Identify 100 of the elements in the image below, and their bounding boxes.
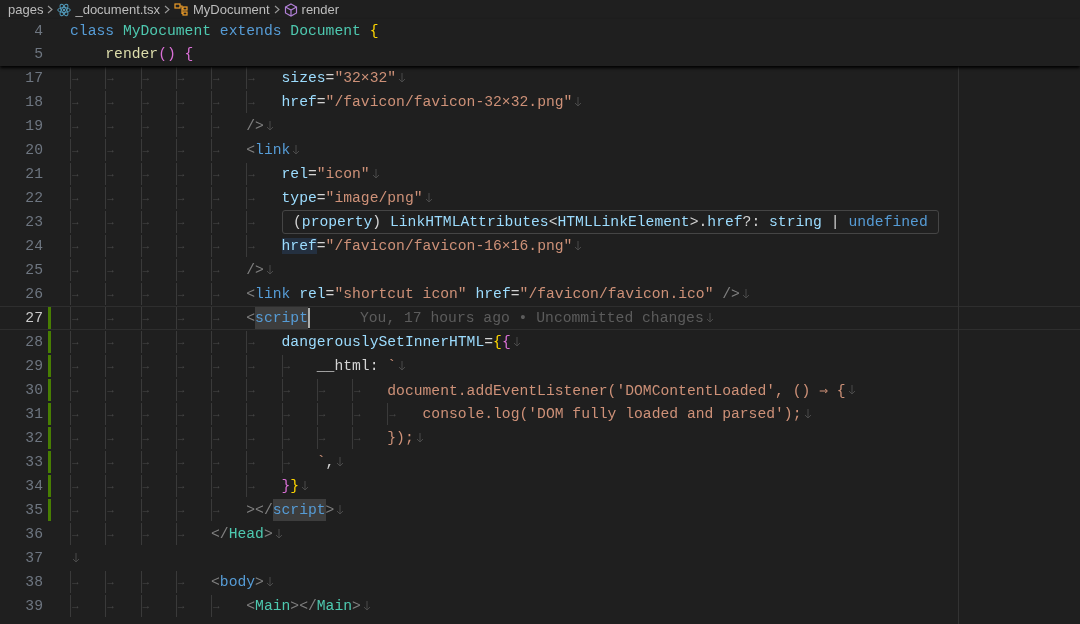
line-number: 39 <box>24 598 43 614</box>
tab-marker: → <box>107 336 114 348</box>
line-end-icon <box>371 169 380 179</box>
tab-marker: → <box>318 432 326 444</box>
tab-marker: → <box>354 384 361 396</box>
tab-marker: → <box>107 384 114 396</box>
tab-marker: → <box>177 312 185 324</box>
code-text: __html: ` <box>316 358 397 374</box>
tab-marker: → <box>248 480 255 492</box>
code-text: dangerouslySetInnerHTML={{ <box>281 334 511 350</box>
tab-marker: → <box>213 168 220 180</box>
tab-marker: → <box>283 384 291 396</box>
tab-marker: → <box>248 72 255 84</box>
line-end-icon <box>847 385 856 395</box>
tab-marker: → <box>107 96 114 108</box>
tab-marker: → <box>213 504 220 516</box>
breadcrumb-item[interactable]: pages <box>8 2 44 17</box>
code-text: <link rel="shortcut icon" href="/favicon/favicon.ico" /> <box>246 286 740 302</box>
line-number: 26 <box>24 286 43 302</box>
tab-marker: → <box>248 432 255 444</box>
line-number: 31 <box>24 406 43 422</box>
tab-marker: → <box>142 384 150 396</box>
text-cursor <box>307 308 310 328</box>
tab-marker: → <box>142 264 150 276</box>
tab-marker: → <box>177 120 185 132</box>
tab-marker: → <box>72 432 79 444</box>
atom-icon <box>57 2 72 17</box>
code-text: <body> <box>211 574 264 590</box>
line-end-icon <box>72 553 80 563</box>
line-end-icon <box>301 481 310 491</box>
tab-marker: → <box>107 72 114 84</box>
tab-marker: → <box>72 312 79 324</box>
tab-marker: → <box>107 216 114 228</box>
tab-marker: → <box>213 312 220 324</box>
tab-marker: → <box>213 120 220 132</box>
line-number: 35 <box>24 502 43 518</box>
tab-marker: → <box>142 168 150 180</box>
tab-marker: → <box>72 192 79 204</box>
code-text: /> <box>246 262 264 278</box>
tab-marker: → <box>107 528 114 540</box>
line-number: 25 <box>24 262 43 278</box>
tab-marker: → <box>283 360 291 372</box>
tab-marker: → <box>248 456 255 468</box>
line-end-icon <box>574 241 583 251</box>
tab-marker: → <box>177 360 185 372</box>
line-number: 38 <box>24 574 43 590</box>
tab-marker: → <box>72 240 79 252</box>
line-number: 32 <box>24 430 43 446</box>
line-end-icon <box>274 529 283 539</box>
code-text: }); <box>387 430 414 446</box>
tab-marker: → <box>177 168 185 180</box>
line-end-icon <box>512 337 521 347</box>
tab-marker: → <box>283 432 291 444</box>
tab-marker: → <box>213 192 220 204</box>
tab-marker: → <box>72 384 79 396</box>
tab-marker: → <box>177 288 185 300</box>
tab-marker: → <box>107 576 114 588</box>
breadcrumb-item[interactable]: MyDocument <box>192 2 270 17</box>
line-number: 27 <box>24 310 43 326</box>
tab-marker: → <box>107 408 114 420</box>
tab-marker: → <box>72 72 79 84</box>
breadcrumb-item[interactable]: render <box>301 2 340 17</box>
line-end-icon <box>292 145 301 155</box>
type-signature: (property) LinkHTMLAttributes<HTMLLinkElement>.href?: string | undefined <box>293 214 928 230</box>
line-number: 21 <box>24 166 43 182</box>
line-number: 36 <box>24 526 43 542</box>
line-end-icon <box>415 433 424 443</box>
tab-marker: → <box>213 72 220 84</box>
line-end-icon <box>705 313 714 323</box>
code-text: console.log('DOM fully loaded and parsed'); <box>422 406 802 422</box>
tab-marker: → <box>142 360 150 372</box>
tab-marker: → <box>142 288 150 300</box>
code-text: sizes="32×32" <box>281 70 397 86</box>
code-text: <link <box>246 142 291 158</box>
tab-marker: → <box>283 456 291 468</box>
tab-marker: → <box>213 144 220 156</box>
tab-marker: → <box>213 384 220 396</box>
tab-marker: → <box>389 408 396 420</box>
line-end-icon <box>336 457 345 467</box>
line-end-icon <box>265 265 274 275</box>
tab-marker: → <box>72 288 79 300</box>
breadcrumb-item[interactable]: _document.tsx <box>75 2 160 17</box>
tab-marker: → <box>142 504 150 516</box>
tab-marker: → <box>177 144 185 156</box>
tab-marker: → <box>354 408 361 420</box>
line-number: 29 <box>24 358 43 374</box>
tab-marker: → <box>248 240 255 252</box>
tab-marker: → <box>107 480 114 492</box>
line-number: 28 <box>24 334 43 350</box>
tab-marker: → <box>142 192 150 204</box>
line-end-icon <box>362 601 371 611</box>
tab-marker: → <box>177 576 185 588</box>
line-end-icon <box>265 121 274 131</box>
tab-marker: → <box>213 336 220 348</box>
tab-marker: → <box>142 336 150 348</box>
tab-marker: → <box>72 600 79 612</box>
tab-marker: → <box>177 336 185 348</box>
tab-marker: → <box>107 192 114 204</box>
code-text: href="/favicon/favicon-32×32.png" <box>281 94 573 110</box>
tab-marker: → <box>213 264 220 276</box>
